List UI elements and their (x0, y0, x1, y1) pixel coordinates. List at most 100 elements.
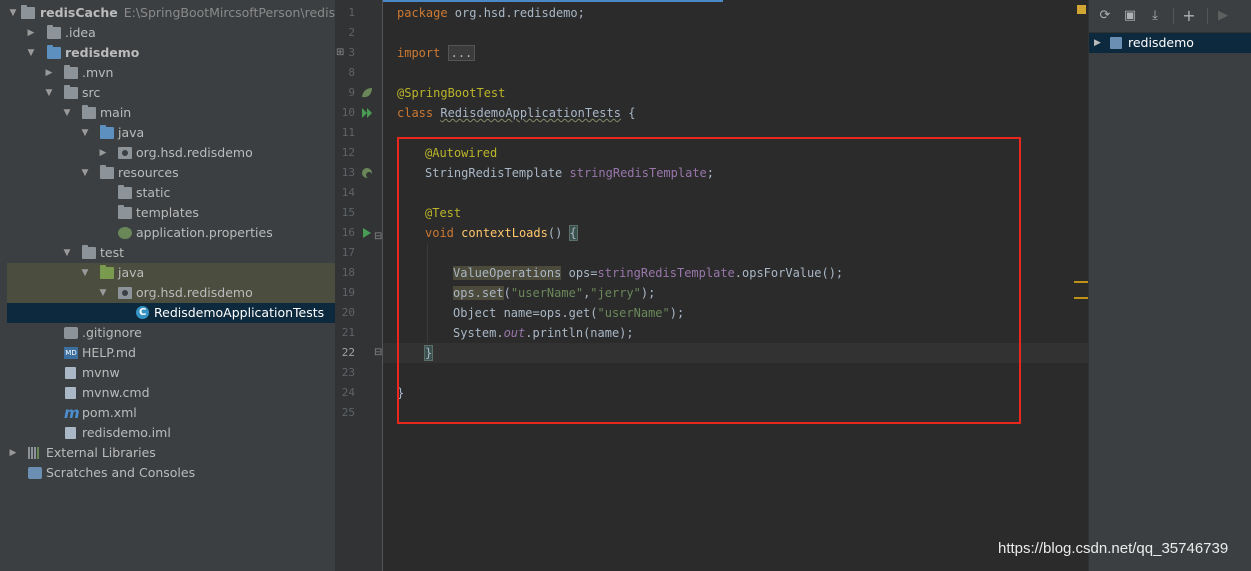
run-class-icon[interactable] (361, 107, 373, 127)
chevron-right-icon[interactable]: ▶ (1094, 33, 1101, 53)
tree-row-application-properties[interactable]: application.properties (7, 223, 335, 243)
tree-label: java (118, 125, 145, 140)
add-icon[interactable]: + (1181, 8, 1197, 24)
inspection-status-icon[interactable] (1077, 5, 1086, 14)
tree-row-main-package[interactable]: ▶ org.hsd.redisdemo (7, 143, 335, 163)
maven-toolbar: ⟳ ▣ ⤓ + ▶ (1089, 0, 1251, 33)
chevron-right-icon[interactable]: ▶ (26, 23, 36, 43)
chevron-down-icon[interactable]: ▼ (8, 3, 18, 23)
tree-label: resources (118, 165, 179, 180)
folder-icon (82, 105, 96, 119)
chevron-right-icon[interactable]: ▶ (44, 63, 54, 83)
keyword: import (397, 46, 441, 60)
toolbar-separator (1207, 8, 1208, 24)
tree-row-main-java[interactable]: ▼ java (7, 123, 335, 143)
tree-row-redisdemo-iml[interactable]: redisdemo.iml (7, 423, 335, 443)
package-icon (118, 287, 132, 299)
tree-row-redisdemo[interactable]: ▼ redisdemo (7, 43, 335, 63)
refresh-icon[interactable]: ⟳ (1097, 8, 1113, 24)
tree-label: org.hsd.redisdemo (136, 145, 253, 160)
autowired-bean-icon[interactable] (361, 167, 373, 187)
line-number: 18 (341, 266, 355, 279)
tree-row-test[interactable]: ▼ test (7, 243, 335, 263)
tree-label: test (100, 245, 125, 260)
tree-row-mvnw[interactable]: mvnw (7, 363, 335, 383)
maven-project-row[interactable]: ▶ redisdemo (1089, 33, 1251, 53)
package-name: org.hsd.redisdemo; (447, 6, 585, 20)
module-folder-icon (21, 5, 35, 19)
warning-marker[interactable] (1074, 281, 1088, 283)
spring-properties-icon (118, 227, 132, 239)
editor-gutter[interactable]: 1 2 3 8 9 10 11 12 13 14 15 16 17 18 19 … (335, 0, 383, 571)
chevron-down-icon[interactable]: ▼ (62, 103, 72, 123)
tree-label: src (82, 85, 101, 100)
line-number: 16 (341, 226, 355, 239)
tree-label: .idea (65, 25, 96, 40)
maven-project-label: redisdemo (1128, 35, 1194, 50)
library-icon (28, 447, 42, 459)
tree-label: redisdemo.iml (82, 425, 171, 440)
fold-icon[interactable]: ⊞ (336, 43, 344, 63)
folded-imports[interactable]: ... (447, 45, 476, 61)
tree-row-static[interactable]: static (7, 183, 335, 203)
chevron-down-icon[interactable]: ▼ (26, 43, 36, 63)
chevron-right-icon[interactable]: ▶ (98, 143, 108, 163)
tree-label: templates (136, 205, 199, 220)
line-number: 15 (341, 206, 355, 219)
tree-row-help-md[interactable]: MD HELP.md (7, 343, 335, 363)
code-line-10[interactable]: class RedisdemoApplicationTests { (397, 103, 635, 123)
text-file-icon (65, 387, 76, 399)
tree-row-pom-xml[interactable]: m pom.xml (7, 403, 335, 423)
tree-label: External Libraries (46, 445, 156, 460)
tree-row-main[interactable]: ▼ main (7, 103, 335, 123)
error-stripe[interactable] (1072, 0, 1088, 571)
tree-row-templates[interactable]: templates (7, 203, 335, 223)
tree-label: .gitignore (82, 325, 142, 340)
run-icon[interactable]: ▶ (1215, 8, 1231, 24)
line-number: 14 (341, 186, 355, 199)
gitignore-file-icon (64, 327, 78, 339)
chevron-down-icon[interactable]: ▼ (80, 123, 90, 143)
tree-row-mvn[interactable]: ▶ .mvn (7, 63, 335, 83)
code-line-1[interactable]: package org.hsd.redisdemo; (397, 3, 585, 23)
folder-icon (47, 25, 61, 39)
keyword: class (397, 106, 434, 120)
source-folder-icon (100, 125, 114, 139)
tree-row-resources[interactable]: ▼ resources (7, 163, 335, 183)
test-folder-icon (100, 265, 114, 279)
chevron-down-icon[interactable]: ▼ (80, 163, 90, 183)
code-text: { (620, 106, 636, 120)
tree-label: redisCache (40, 5, 118, 20)
tree-row-test-java[interactable]: ▼ java (7, 263, 335, 283)
tree-row-external-libraries[interactable]: ▶ External Libraries (7, 443, 335, 463)
line-number-current: 22 (341, 346, 355, 359)
tree-row-scratches[interactable]: Scratches and Consoles (7, 463, 335, 483)
tree-row-src[interactable]: ▼ src (7, 83, 335, 103)
package-icon (118, 147, 132, 159)
tree-label: application.properties (136, 225, 273, 240)
fold-icon[interactable]: ⊟ (374, 343, 382, 363)
fold-icon[interactable]: ⊟ (374, 227, 382, 247)
spring-bean-icon[interactable] (361, 87, 373, 107)
maven-tool-window: ⟳ ▣ ⤓ + ▶ ▶ redisdemo (1088, 0, 1251, 571)
code-line-9[interactable]: @SpringBootTest (397, 83, 505, 103)
tree-row-mvnw-cmd[interactable]: mvnw.cmd (7, 383, 335, 403)
code-line-3[interactable]: import ... (397, 43, 476, 63)
chevron-down-icon[interactable]: ▼ (62, 243, 72, 263)
run-test-icon[interactable] (362, 227, 372, 247)
reimport-icon[interactable]: ▣ (1122, 8, 1138, 24)
tree-label: java (118, 265, 145, 280)
tree-row-gitignore[interactable]: .gitignore (7, 323, 335, 343)
active-tab-indicator (383, 0, 723, 2)
chevron-right-icon[interactable]: ▶ (8, 443, 18, 463)
tree-row-idea[interactable]: ▶ .idea (7, 23, 335, 43)
tree-row-test-class[interactable]: RedisdemoApplicationTests (7, 303, 335, 323)
chevron-down-icon[interactable]: ▼ (80, 263, 90, 283)
download-icon[interactable]: ⤓ (1147, 8, 1163, 24)
warning-marker[interactable] (1074, 297, 1088, 299)
tree-row-rediscache[interactable]: ▼ redisCache E:\SpringBootMircsoftPerson\… (7, 3, 335, 23)
tree-row-test-package[interactable]: ▼ org.hsd.redisdemo (7, 283, 335, 303)
chevron-down-icon[interactable]: ▼ (44, 83, 54, 103)
line-number: 19 (341, 286, 355, 299)
chevron-down-icon[interactable]: ▼ (98, 283, 108, 303)
